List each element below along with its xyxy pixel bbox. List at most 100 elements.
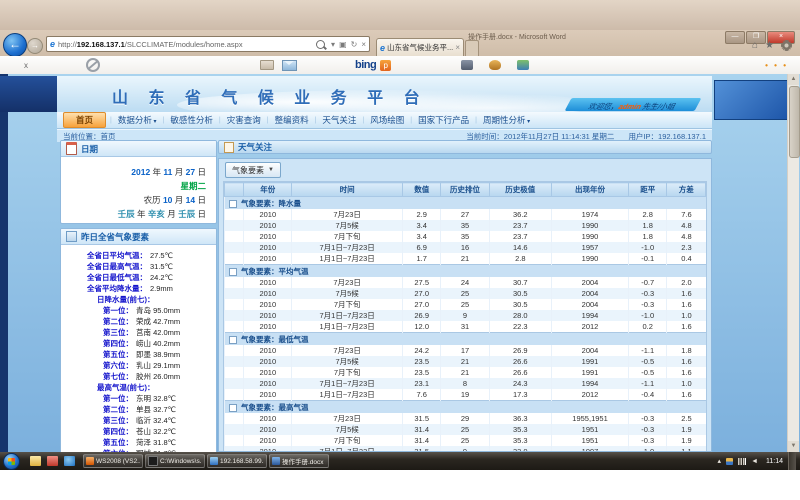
folder-icon[interactable] xyxy=(30,456,41,466)
bing-logo[interactable]: bing xyxy=(355,59,376,71)
nav-item-3[interactable]: 灾害查询 xyxy=(227,114,261,126)
element-filter-button[interactable]: 气象要素 ▼ xyxy=(225,162,281,178)
table-row[interactable]: 20107月下旬23.52126.61991-0.51.6 xyxy=(225,367,706,378)
nav-item-7[interactable]: 国家下行产品 xyxy=(418,114,469,126)
refresh-icon[interactable]: ↻ xyxy=(351,40,358,49)
rank-label: 第二位： xyxy=(61,316,133,327)
table-row[interactable]: 20107月23日31.52936.31955,1951-0.32.5 xyxy=(225,413,706,424)
scrollbar-thumb[interactable] xyxy=(789,86,800,158)
table-row[interactable]: 20107月23日2.92736.219742.87.6 xyxy=(225,209,706,220)
rank-value: 青岛 95.0mm xyxy=(136,305,180,316)
taskbar-button-3[interactable]: 操作手册.docx ... xyxy=(269,454,329,468)
forward-button[interactable]: → xyxy=(27,38,43,54)
camera-icon[interactable] xyxy=(461,60,473,70)
community-icon[interactable] xyxy=(517,60,529,70)
card-icon[interactable] xyxy=(260,60,274,70)
browser-icon[interactable] xyxy=(64,456,75,466)
cell: 1990 xyxy=(552,231,629,242)
action-center-flag-icon[interactable] xyxy=(726,458,733,465)
cell: 3.4 xyxy=(402,231,440,242)
checkbox-icon[interactable] xyxy=(229,336,237,344)
table-row[interactable]: 20101月1日~7月23日1.7212.81990-0.10.4 xyxy=(225,253,706,265)
page-scrollbar[interactable]: ▲ ▼ xyxy=(787,74,799,452)
search-dropdown-icon[interactable]: ▾ xyxy=(331,40,335,49)
bing-button-icon[interactable]: p xyxy=(380,60,391,71)
table-row[interactable]: 20101月1日~7月23日12.03122.320120.21.6 xyxy=(225,321,706,333)
nav-item-0[interactable]: 首页 xyxy=(63,112,106,128)
nav-item-4[interactable]: 整编资料 xyxy=(275,114,309,126)
table-row[interactable]: 20107月23日24.21726.92004-1.11.8 xyxy=(225,345,706,356)
capture-padding xyxy=(0,470,800,500)
scroll-down-icon[interactable]: ▼ xyxy=(788,441,799,452)
search-icon[interactable] xyxy=(316,40,325,49)
pet-icon[interactable] xyxy=(489,60,501,70)
blocker-icon[interactable] xyxy=(86,58,100,72)
table-section-row[interactable]: 气象要素：降水量 xyxy=(225,197,706,210)
checkbox-icon[interactable] xyxy=(229,200,237,208)
table-row[interactable]: 20107月5候23.52126.61991-0.51.6 xyxy=(225,356,706,367)
toolbar-close-button[interactable]: x xyxy=(24,61,28,70)
show-desktop-button[interactable] xyxy=(788,452,796,470)
cell: 8 xyxy=(441,378,489,389)
taskbar-button-0[interactable]: WS2008 (VS2... xyxy=(83,454,143,468)
table-row[interactable]: 20107月5候27.02530.52004-0.31.6 xyxy=(225,288,706,299)
date-text: 10 xyxy=(163,195,172,205)
nav-item-8[interactable]: 周期性分析 ▾ xyxy=(483,114,530,126)
scroll-up-icon[interactable]: ▲ xyxy=(788,74,799,85)
nav-item-5[interactable]: 天气关注 xyxy=(322,114,356,126)
nav-item-2[interactable]: 敏感性分析 xyxy=(170,114,213,126)
taskbar-button-icon xyxy=(210,457,218,465)
network-icon[interactable] xyxy=(738,458,746,465)
browser-tab[interactable]: e 山东省气候业务平... × xyxy=(376,38,464,56)
cell: 2.8 xyxy=(629,209,667,220)
table-row[interactable]: 20107月下旬3.43523.719901.84.8 xyxy=(225,231,706,242)
table-section-row[interactable]: 气象要素：平均气温 xyxy=(225,265,706,278)
volume-icon[interactable]: ◄ xyxy=(751,458,758,465)
element-group-title: 日降水量(前七)： xyxy=(61,294,212,305)
nav-item-1[interactable]: 数据分析 ▾ xyxy=(118,114,157,126)
compatibility-icon[interactable]: ▣ xyxy=(339,40,347,49)
gear-icon[interactable] xyxy=(781,40,792,51)
table-row[interactable]: 20107月23日27.52430.72004-0.72.0 xyxy=(225,277,706,288)
table-row[interactable]: 20107月5候3.43523.719901.84.8 xyxy=(225,220,706,231)
taskbar-button-2[interactable]: 192.168.58.99... xyxy=(207,454,267,468)
url-host: 192.168.137.1 xyxy=(77,40,125,49)
table-row[interactable]: 20107月1日~7月23日26.9928.01994-1.01.0 xyxy=(225,310,706,321)
tab-close-icon[interactable]: × xyxy=(455,43,460,52)
table-row[interactable]: 20107月下旬27.02530.52004-0.31.6 xyxy=(225,299,706,310)
media-player-icon[interactable] xyxy=(47,456,58,466)
minimize-button[interactable]: — xyxy=(725,31,745,44)
table-header-row: 年份时间数值历史排位历史极值出现年份距平方差 xyxy=(225,183,706,197)
favorites-star-icon[interactable]: ★ xyxy=(765,40,774,51)
table-section-row[interactable]: 气象要素：最低气温 xyxy=(225,333,706,346)
stop-icon[interactable]: × xyxy=(361,40,366,49)
taskbar-button-1[interactable]: C:\Windows\s... xyxy=(145,454,205,468)
back-button[interactable]: ← xyxy=(3,33,27,57)
table-row[interactable]: 20101月1日~7月23日7.61917.32012-0.41.6 xyxy=(225,389,706,401)
table-row[interactable]: 20107月1日~7月23日6.91614.61957-1.02.3 xyxy=(225,242,706,253)
cell: 2010 xyxy=(244,220,292,231)
clock[interactable]: 11:14 xyxy=(766,458,783,465)
address-bar[interactable]: e http://192.168.137.1/SLCCLIMATE/module… xyxy=(46,36,370,52)
new-tab-button[interactable] xyxy=(465,40,479,57)
nav-item-6[interactable]: 风场绘图 xyxy=(370,114,404,126)
checkbox-icon[interactable] xyxy=(229,404,237,412)
home-icon[interactable]: ⌂ xyxy=(752,40,758,51)
table-row[interactable]: 20107月1日~7月23日23.1824.31994-1.11.0 xyxy=(225,378,706,389)
cell: -0.3 xyxy=(629,299,667,310)
table-section-row[interactable]: 气象要素：最高气温 xyxy=(225,401,706,414)
checkbox-icon[interactable] xyxy=(229,268,237,276)
background-window-title: 操作手册.docx - Microsoft Word xyxy=(468,32,566,42)
cell: 2010 xyxy=(244,424,292,435)
table-row[interactable]: 20107月5候31.42535.31951-0.31.9 xyxy=(225,424,706,435)
element-summary-item: 全省日最低气温：24.2℃ xyxy=(61,272,212,283)
chart-icon xyxy=(66,231,77,242)
mail-icon[interactable] xyxy=(282,60,297,71)
header-select-cell xyxy=(225,183,244,197)
cell: -0.3 xyxy=(629,424,667,435)
start-button[interactable] xyxy=(3,453,20,470)
table-row[interactable]: 20107月下旬31.42535.31951-0.31.9 xyxy=(225,435,706,446)
hidden-icons-chevron[interactable]: ▴ xyxy=(718,457,722,465)
toolbar-more-dots[interactable]: • • • xyxy=(765,61,788,70)
row-select-cell xyxy=(225,435,244,446)
